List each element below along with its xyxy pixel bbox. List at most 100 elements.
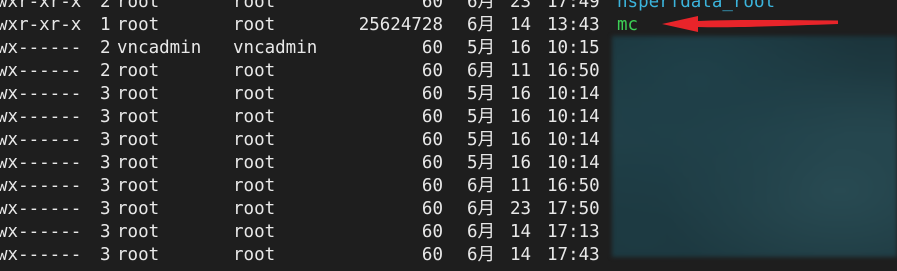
day-text: 16 <box>510 107 532 127</box>
day-text: 16 <box>510 130 532 150</box>
link-count-text: 2 <box>100 38 111 58</box>
permissions-text: wx------ <box>0 38 82 58</box>
time-text: 17:13 <box>547 222 600 242</box>
size-text: 60 <box>421 130 443 150</box>
size-column: 25624728 <box>340 14 443 37</box>
size-column: 60 <box>340 0 443 14</box>
owner-text: root <box>117 245 160 265</box>
time-text: 10:14 <box>547 84 600 104</box>
day-text: 23 <box>510 0 532 12</box>
permissions-text: wx------ <box>0 153 82 173</box>
link-count-text: 3 <box>100 84 111 104</box>
permissions-text: wx------ <box>0 245 82 265</box>
time-text: 17:50 <box>547 199 600 219</box>
group-text: root <box>233 176 276 196</box>
month-text: 5月 <box>467 130 496 150</box>
size-text: 60 <box>421 176 443 196</box>
owner-text: root <box>117 222 160 242</box>
size-column: 60 <box>340 83 443 106</box>
size-text: 25624728 <box>358 15 443 35</box>
time-text: 10:15 <box>547 38 600 58</box>
month-text: 5月 <box>467 153 496 173</box>
link-count-text: 3 <box>100 199 111 219</box>
permissions-text: wx------ <box>0 61 82 81</box>
size-column: 60 <box>340 198 443 221</box>
owner-text: root <box>117 61 160 81</box>
month-text: 6月 <box>467 222 496 242</box>
owner-text: root <box>117 199 160 219</box>
link-count-text: 3 <box>100 107 111 127</box>
time-text: 17:49 <box>547 0 600 12</box>
month-text: 5月 <box>467 84 496 104</box>
time-text: 10:14 <box>547 130 600 150</box>
day-text: 11 <box>510 61 532 81</box>
month-text: 5月 <box>467 107 496 127</box>
size-column: 60 <box>340 60 443 83</box>
group-text: root <box>233 245 276 265</box>
group-text: root <box>233 222 276 242</box>
redacted-blur-panel <box>612 36 897 257</box>
link-count-text: 3 <box>100 130 111 150</box>
size-column: 60 <box>340 221 443 244</box>
size-text: 60 <box>421 0 443 12</box>
owner-text: root <box>117 153 160 173</box>
size-text: 60 <box>421 84 443 104</box>
day-text: 16 <box>510 84 532 104</box>
month-text: 6月 <box>467 245 496 265</box>
day-text: 16 <box>510 153 532 173</box>
link-count-text: 3 <box>100 176 111 196</box>
day-text: 23 <box>510 199 532 219</box>
size-column: 60 <box>340 175 443 198</box>
permissions-text: wx------ <box>0 222 82 242</box>
group-text: root <box>233 107 276 127</box>
group-text: root <box>233 199 276 219</box>
permissions-text: wx------ <box>0 176 82 196</box>
size-text: 60 <box>421 38 443 58</box>
group-text: root <box>233 61 276 81</box>
day-text: 14 <box>510 15 532 35</box>
month-text: 6月 <box>467 176 496 196</box>
owner-text: root <box>117 176 160 196</box>
month-text: 6月 <box>467 199 496 219</box>
month-text: 6月 <box>467 0 496 12</box>
size-column: 60 <box>340 152 443 175</box>
permissions-text: wx------ <box>0 199 82 219</box>
day-text: 16 <box>510 38 532 58</box>
time-text: 17:43 <box>547 245 600 265</box>
size-column: 60 <box>340 37 443 60</box>
permissions-text: wx------ <box>0 84 82 104</box>
permissions-text: wxr-xr-x <box>0 0 82 12</box>
filename-text: mc <box>617 15 639 35</box>
month-text: 6月 <box>467 15 496 35</box>
day-text: 14 <box>510 245 532 265</box>
owner-text: root <box>117 0 160 12</box>
permissions-text: wx------ <box>0 130 82 150</box>
time-text: 10:14 <box>547 153 600 173</box>
size-text: 60 <box>421 245 443 265</box>
owner-text: vncadmin <box>117 38 202 58</box>
group-text: root <box>233 0 276 12</box>
size-text: 60 <box>421 61 443 81</box>
red-arrow-icon <box>662 16 838 32</box>
owner-text: root <box>117 84 160 104</box>
group-text: root <box>233 130 276 150</box>
owner-text: root <box>117 15 160 35</box>
link-count-text: 2 <box>100 61 111 81</box>
link-count-text: 3 <box>100 153 111 173</box>
size-column: 60 <box>340 244 443 267</box>
time-text: 13:43 <box>547 15 600 35</box>
month-text: 6月 <box>467 61 496 81</box>
size-text: 60 <box>421 153 443 173</box>
day-text: 11 <box>510 176 532 196</box>
link-count-text: 2 <box>100 0 111 12</box>
group-text: root <box>233 84 276 104</box>
size-text: 60 <box>421 199 443 219</box>
link-count-text: 3 <box>100 245 111 265</box>
size-column: 60 <box>340 129 443 152</box>
link-count-text: 1 <box>100 15 111 35</box>
permissions-text: wxr-xr-x <box>0 15 82 35</box>
day-text: 14 <box>510 222 532 242</box>
group-text: vncadmin <box>233 38 318 58</box>
time-text: 16:50 <box>547 176 600 196</box>
time-text: 16:50 <box>547 61 600 81</box>
